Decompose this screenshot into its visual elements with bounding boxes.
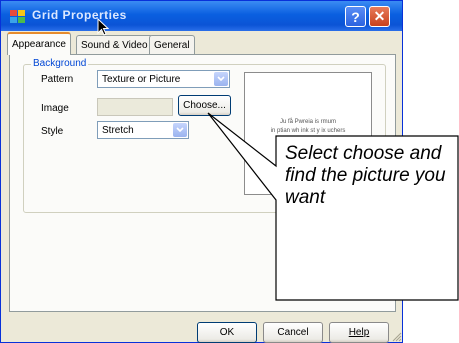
cursor-icon	[97, 18, 109, 36]
callout-text: Select choose and find the picture you w…	[285, 143, 446, 208]
tab-appearance[interactable]: Appearance	[7, 32, 71, 55]
